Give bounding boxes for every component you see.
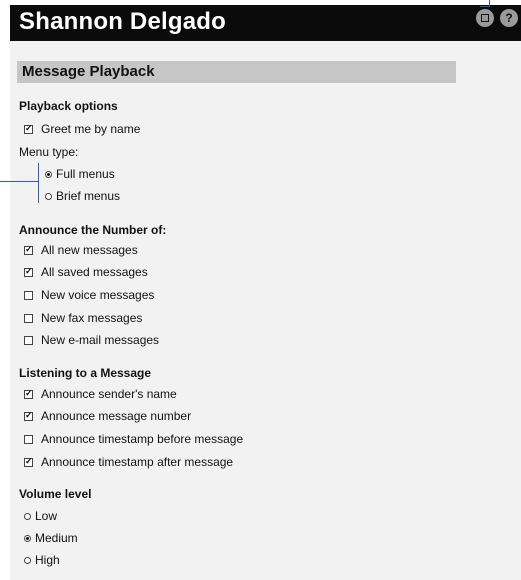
volume-level-heading: Volume level: [19, 487, 92, 501]
all-saved-messages-checkbox[interactable]: All saved messages: [24, 265, 148, 279]
volume-low-radio[interactable]: Low: [24, 509, 57, 523]
announce-timestamp-before-checkbox[interactable]: Announce timestamp before message: [24, 432, 243, 446]
checkbox-label: Announce sender's name: [41, 387, 177, 401]
radio-button[interactable]: [45, 170, 52, 178]
checkbox-box[interactable]: [24, 313, 33, 323]
announce-sender-name-checkbox[interactable]: Announce sender's name: [24, 387, 177, 401]
radio-label: High: [35, 553, 60, 567]
radio-label: Full menus: [56, 167, 115, 181]
radio-button[interactable]: [24, 512, 31, 520]
callout-line: [480, 6, 490, 7]
new-fax-messages-checkbox[interactable]: New fax messages: [24, 311, 142, 325]
checkbox-label: Greet me by name: [41, 122, 141, 136]
greet-me-by-name-checkbox[interactable]: Greet me by name: [24, 122, 140, 136]
checkbox-label: All saved messages: [41, 265, 148, 279]
volume-medium-radio[interactable]: Medium: [24, 531, 78, 545]
checkbox-label: All new messages: [41, 243, 138, 257]
save-icon[interactable]: [476, 9, 494, 27]
announce-number-heading: Announce the Number of:: [19, 223, 167, 237]
checkbox-box[interactable]: [24, 123, 33, 134]
brief-menus-radio[interactable]: Brief menus: [45, 189, 120, 203]
menu-type-label: Menu type:: [19, 145, 79, 159]
checkbox-label: New e-mail messages: [41, 333, 160, 347]
checkbox-box[interactable]: [24, 456, 33, 467]
checkbox-box[interactable]: [24, 290, 33, 300]
callout-bracket: [38, 163, 39, 203]
listening-heading: Listening to a Message: [19, 366, 152, 380]
checkbox-label: Announce message number: [41, 409, 192, 423]
checkbox-label: Announce timestamp before message: [41, 432, 244, 446]
full-menus-radio[interactable]: Full menus: [45, 167, 115, 181]
checkbox-box[interactable]: [24, 335, 33, 345]
checkbox-label: Announce timestamp after message: [41, 455, 234, 469]
checkbox-label: New voice messages: [41, 288, 155, 302]
new-voice-messages-checkbox[interactable]: New voice messages: [24, 288, 154, 302]
radio-button[interactable]: [24, 556, 31, 564]
radio-button[interactable]: [45, 192, 52, 200]
page-title: Shannon Delgado: [19, 8, 226, 35]
radio-label: Medium: [35, 531, 78, 545]
announce-message-number-checkbox[interactable]: Announce message number: [24, 409, 191, 423]
radio-label: Brief menus: [56, 189, 121, 203]
help-icon[interactable]: ?: [500, 9, 518, 27]
checkbox-box[interactable]: [24, 388, 33, 399]
section-header: Message Playback: [17, 61, 456, 83]
playback-options-heading: Playback options: [19, 99, 118, 113]
checkbox-box[interactable]: [24, 244, 33, 255]
volume-high-radio[interactable]: High: [24, 553, 60, 567]
checkbox-box[interactable]: [24, 434, 33, 444]
all-new-messages-checkbox[interactable]: All new messages: [24, 243, 138, 257]
radio-button[interactable]: [24, 534, 31, 542]
new-email-messages-checkbox[interactable]: New e-mail messages: [24, 333, 159, 347]
callout-line: [0, 181, 39, 182]
announce-timestamp-after-checkbox[interactable]: Announce timestamp after message: [24, 455, 233, 469]
checkbox-label: New fax messages: [41, 311, 143, 325]
radio-label: Low: [35, 509, 58, 523]
title-bar: Shannon Delgado: [10, 5, 521, 41]
section-title: Message Playback: [22, 63, 155, 80]
checkbox-box[interactable]: [24, 410, 33, 421]
checkbox-box[interactable]: [24, 266, 33, 277]
